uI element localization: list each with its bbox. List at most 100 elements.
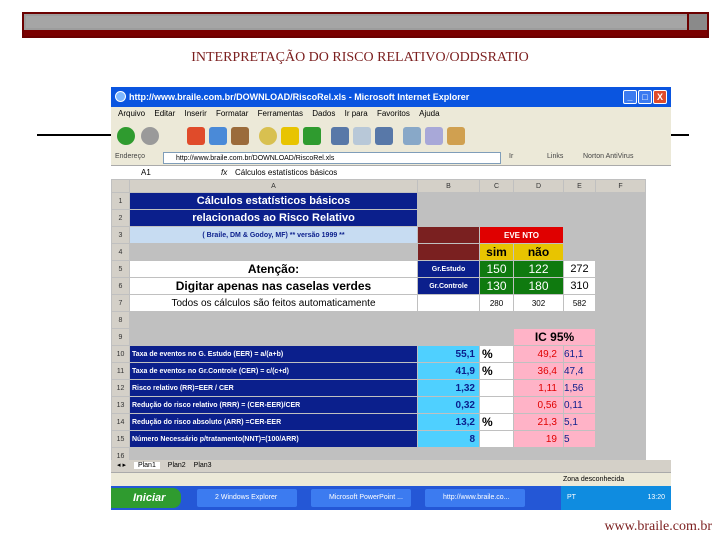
grand-total[interactable]: 582 <box>563 294 596 312</box>
menu-favoritos[interactable]: Favoritos <box>377 109 410 118</box>
calc-value[interactable]: 1,32 <box>417 379 480 397</box>
ic-upper[interactable]: 5 <box>563 430 596 448</box>
col-header-a[interactable]: A <box>129 179 418 193</box>
row-header[interactable]: 14 <box>111 413 130 431</box>
ic-lower[interactable]: 21,3 <box>513 413 564 431</box>
tab-plan3[interactable]: Plan3 <box>194 462 212 469</box>
menu-ferramentas[interactable]: Ferramentas <box>258 109 303 118</box>
col-header-d[interactable]: D <box>513 179 564 193</box>
stop-icon[interactable] <box>187 127 205 145</box>
total-nao[interactable]: 302 <box>513 294 564 312</box>
row-header[interactable]: 1 <box>111 192 130 210</box>
controle-nao-input[interactable]: 180 <box>513 277 564 295</box>
calc-label[interactable]: Número Necessário p/tratamento(NNT)=(100… <box>129 430 418 448</box>
digitar-instruction[interactable]: Digitar apenas nas caselas verdes <box>129 277 418 295</box>
gr-controle-label[interactable]: Gr.Controle <box>417 277 480 295</box>
ic-upper[interactable]: 1,56 <box>563 379 596 397</box>
evento-header[interactable]: EVE NTO <box>479 226 564 244</box>
todos-note[interactable]: Todos os cálculos são feitos automaticam… <box>129 294 418 312</box>
copy-icon[interactable] <box>353 127 371 145</box>
edit-icon[interactable] <box>425 127 443 145</box>
tab-plan2[interactable]: Plan2 <box>168 462 186 469</box>
menu-formatar[interactable]: Formatar <box>216 109 248 118</box>
ic-header[interactable]: IC 95% <box>513 328 596 346</box>
paste-icon[interactable] <box>375 127 393 145</box>
calc-label[interactable]: Redução do risco relativo (RRR) = (CER-E… <box>129 396 418 414</box>
ic-lower[interactable]: 1,11 <box>513 379 564 397</box>
ic-lower[interactable]: 0,56 <box>513 396 564 414</box>
tab-plan1[interactable]: Plan1 <box>133 462 160 469</box>
row-header[interactable]: 6 <box>111 277 130 295</box>
print-icon[interactable] <box>403 127 421 145</box>
task-windows-explorer[interactable]: 2 Windows Explorer <box>197 489 297 507</box>
row-header[interactable]: 3 <box>111 226 130 244</box>
menu-ir-para[interactable]: Ir para <box>345 109 368 118</box>
row-header[interactable]: 7 <box>111 294 130 312</box>
ic-lower[interactable]: 36,4 <box>513 362 564 380</box>
calc-value[interactable]: 8 <box>417 430 480 448</box>
start-button[interactable]: Iniciar <box>111 488 181 508</box>
col-header-f[interactable]: F <box>595 179 646 193</box>
norton-button[interactable]: Norton AntiVirus <box>583 153 633 160</box>
controle-total[interactable]: 310 <box>563 277 596 295</box>
links-button[interactable]: Links <box>547 153 563 160</box>
menu-arquivo[interactable]: Arquivo <box>118 109 145 118</box>
cell-name-box[interactable]: A1 <box>141 166 151 180</box>
sheet-title-line-2[interactable]: relacionados ao Risco Relativo <box>129 209 418 227</box>
estudo-nao-input[interactable]: 122 <box>513 260 564 278</box>
ic-lower[interactable]: 49,2 <box>513 345 564 363</box>
search-icon[interactable] <box>259 127 277 145</box>
row-header[interactable]: 11 <box>111 362 130 380</box>
ic-upper[interactable]: 47,4 <box>563 362 596 380</box>
col-header-e[interactable]: E <box>563 179 596 193</box>
minimize-button[interactable]: _ <box>623 90 637 104</box>
row-header[interactable]: 13 <box>111 396 130 414</box>
calc-label[interactable]: Taxa de eventos no Gr.Controle (CER) = c… <box>129 362 418 380</box>
row-header[interactable]: 15 <box>111 430 130 448</box>
address-input[interactable]: http://www.braile.com.br/DOWNLOAD/RiscoR… <box>163 152 501 164</box>
nao-header[interactable]: não <box>513 243 564 261</box>
controle-sim-input[interactable]: 130 <box>479 277 514 295</box>
menu-editar[interactable]: Editar <box>154 109 175 118</box>
task-powerpoint[interactable]: Microsoft PowerPoint ... <box>311 489 411 507</box>
calc-label[interactable]: Risco relativo (RR)=EER / CER <box>129 379 418 397</box>
calc-value[interactable]: 0,32 <box>417 396 480 414</box>
col-header-c[interactable]: C <box>479 179 514 193</box>
gr-estudo-label[interactable]: Gr.Estudo <box>417 260 480 278</box>
calc-label[interactable]: Redução do risco absoluto (ARR) =CER-EER <box>129 413 418 431</box>
favorites-icon[interactable] <box>281 127 299 145</box>
row-header[interactable]: 5 <box>111 260 130 278</box>
col-header-b[interactable]: B <box>417 179 480 193</box>
total-sim[interactable]: 280 <box>479 294 514 312</box>
menu-dados[interactable]: Dados <box>312 109 335 118</box>
calc-label[interactable]: Taxa de eventos no G. Estudo (EER) = a/(… <box>129 345 418 363</box>
language-indicator[interactable]: PT <box>567 486 576 510</box>
ic-upper[interactable]: 0,11 <box>563 396 596 414</box>
sim-header[interactable]: sim <box>479 243 514 261</box>
row-header[interactable]: 4 <box>111 243 130 261</box>
corner-cell[interactable] <box>111 179 130 193</box>
sheet-title-line-1[interactable]: Cálculos estatísticos básicos <box>129 192 418 210</box>
ic-lower[interactable]: 19 <box>513 430 564 448</box>
atencao-label[interactable]: Atenção: <box>129 260 418 278</box>
row-header[interactable]: 10 <box>111 345 130 363</box>
refresh-icon[interactable] <box>209 127 227 145</box>
back-icon[interactable] <box>117 127 135 145</box>
calc-value[interactable]: 41,9 <box>417 362 480 380</box>
row-header[interactable]: 2 <box>111 209 130 227</box>
estudo-total[interactable]: 272 <box>563 260 596 278</box>
row-header[interactable]: 8 <box>111 311 130 329</box>
formula-content[interactable]: Cálculos estatísticos básicos <box>235 166 337 180</box>
credit-text[interactable]: ( Braile, DM & Godoy, MF) ** versão 1999… <box>129 226 418 244</box>
tab-nav-arrows-icon[interactable]: ◂ ▸ <box>117 462 126 469</box>
row-header[interactable]: 9 <box>111 328 130 346</box>
go-button[interactable]: Ir <box>509 153 513 160</box>
menu-inserir[interactable]: Inserir <box>185 109 207 118</box>
estudo-sim-input[interactable]: 150 <box>479 260 514 278</box>
task-browser[interactable]: http://www.braile.co... <box>425 489 525 507</box>
history-icon[interactable] <box>303 127 321 145</box>
ic-upper[interactable]: 61,1 <box>563 345 596 363</box>
ic-upper[interactable]: 5,1 <box>563 413 596 431</box>
cut-icon[interactable] <box>331 127 349 145</box>
close-button[interactable]: X <box>653 90 667 104</box>
